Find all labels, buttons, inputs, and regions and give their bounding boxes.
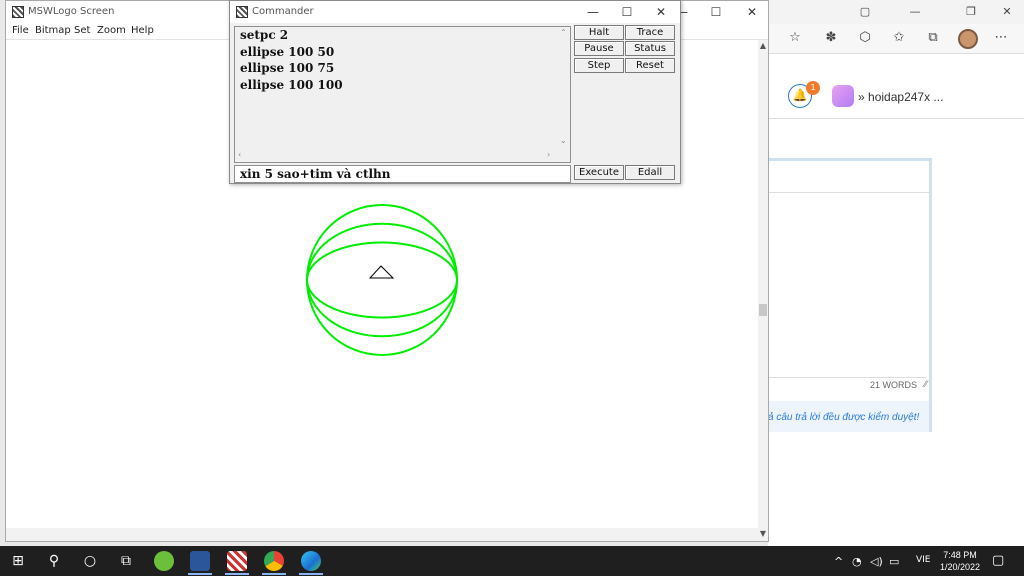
reset-button[interactable]: Reset	[625, 58, 675, 73]
commander-maximize-icon[interactable]: ☐	[617, 4, 637, 20]
commander-app-icon	[236, 6, 248, 18]
username-label: hoidap247x ...	[868, 90, 944, 104]
edall-button[interactable]: Edall	[625, 165, 675, 180]
execute-button[interactable]: Execute	[574, 165, 624, 180]
menu-help[interactable]: Help	[131, 25, 154, 36]
browser-minimize-icon[interactable]: —	[906, 4, 924, 20]
scroll-right-icon[interactable]: ›	[547, 150, 550, 159]
active-indicator	[225, 573, 249, 575]
user-avatar[interactable]	[832, 85, 854, 107]
browser-tab-action-icon[interactable]: ▢	[856, 4, 874, 20]
notification-center-icon[interactable]: ▢	[992, 553, 1004, 568]
language-indicator[interactable]: VIE	[916, 555, 931, 565]
clock[interactable]: 7:48 PM 1/20/2022	[932, 549, 988, 573]
favorite-star-icon[interactable]: ☆	[786, 29, 804, 47]
mswlogo-close-icon[interactable]: ✕	[742, 4, 762, 20]
halt-button[interactable]: Halt	[574, 25, 624, 40]
collections-icon[interactable]: ⧉	[924, 29, 942, 47]
ellipses-group	[306, 204, 458, 356]
chrome-icon[interactable]	[264, 551, 284, 571]
history-line[interactable]: ellipse 100 50	[240, 45, 334, 59]
active-indicator	[262, 573, 286, 575]
edge-icon[interactable]	[301, 551, 321, 571]
taskbar: ⊞ ⚲ ○ ⧉ ^ ◔ ◁) ▭ VIE 7:48 PM 1/20/2022 ▢	[0, 546, 1024, 576]
answer-editor-area[interactable]	[768, 193, 926, 378]
active-indicator	[299, 573, 323, 575]
tray-expand-icon[interactable]: ^	[834, 555, 843, 568]
command-input[interactable]: xin 5 sao+tim và ctlhn	[234, 165, 571, 183]
windows-start-icon[interactable]: ⊞	[8, 551, 28, 571]
word-icon[interactable]	[190, 551, 210, 571]
resize-handle-icon[interactable]: ⁄⁄	[924, 380, 927, 390]
profile-avatar[interactable]	[958, 29, 978, 49]
trace-button[interactable]: Trace	[625, 25, 675, 40]
commander-minimize-icon[interactable]: —	[583, 4, 603, 20]
username-link[interactable]: » hoidap247x ...	[858, 90, 943, 104]
status-button[interactable]: Status	[625, 41, 675, 56]
canvas-horizontal-scrollbar[interactable]	[6, 528, 758, 541]
commander-window: Commander — ☐ ✕ setpc 2 ellipse 100 50 e…	[229, 0, 681, 184]
clock-time: 7:48 PM	[943, 550, 977, 560]
paw-extension-icon[interactable]: ✽	[822, 29, 840, 47]
triangle-turtle-icon	[368, 265, 395, 279]
moderation-note: ả câu trả lời đều được kiểm duyệt!	[768, 412, 920, 423]
menu-zoom[interactable]: Zoom	[97, 25, 126, 36]
mswlogo-maximize-icon[interactable]: ☐	[706, 4, 726, 20]
history-line[interactable]: ellipse 100 100	[240, 78, 343, 92]
ellipse-shape	[306, 222, 458, 338]
task-view-icon[interactable]: ⧉	[116, 551, 136, 571]
canvas-vertical-scrollbar[interactable]: ▲ ▼	[758, 40, 768, 541]
volume-icon[interactable]: ◁)	[870, 555, 883, 568]
favorites-icon[interactable]: ✩	[890, 29, 908, 47]
word-count: 21 WORDS	[869, 380, 917, 390]
answer-editor-card: 21 WORDS ⁄⁄ ả câu trả lời đều được kiểm …	[768, 158, 932, 432]
green-app-icon[interactable]	[154, 551, 174, 571]
active-indicator	[188, 573, 212, 575]
mswlogo-app-icon	[12, 6, 24, 18]
keyboard-icon[interactable]: ▭	[889, 555, 899, 568]
chevron-down-icon: »	[858, 90, 865, 104]
scroll-left-icon[interactable]: ‹	[238, 150, 241, 159]
mswlogo-title: MSWLogo Screen	[28, 6, 115, 17]
commander-close-icon[interactable]: ✕	[651, 4, 671, 20]
pause-button[interactable]: Pause	[574, 41, 624, 56]
mswlogo-taskbar-icon[interactable]	[227, 551, 247, 571]
notification-badge: 1	[806, 81, 820, 95]
history-horizontal-scrollbar[interactable]: ‹ ›	[235, 149, 557, 162]
puzzle-extension-icon[interactable]: ⬡	[856, 29, 874, 47]
menu-set[interactable]: Set	[74, 25, 90, 36]
editor-footer: ả câu trả lời đều được kiểm duyệt!	[768, 401, 929, 432]
cortana-icon[interactable]: ○	[80, 551, 100, 571]
scroll-down-icon[interactable]: ▼	[758, 529, 768, 539]
ellipse-shape	[306, 241, 458, 319]
command-history[interactable]: setpc 2 ellipse 100 50 ellipse 100 75 el…	[234, 26, 571, 163]
commander-title: Commander	[252, 6, 314, 17]
editor-toolbar	[768, 161, 929, 193]
search-icon[interactable]: ⚲	[44, 551, 64, 571]
browser-titlebar: ▢ — ❐ ✕	[768, 0, 1024, 24]
scroll-thumb[interactable]	[759, 304, 767, 316]
browser-restore-icon[interactable]: ❐	[962, 4, 980, 20]
history-vertical-scrollbar[interactable]: ⌃ ⌄	[557, 27, 570, 149]
scroll-down-icon[interactable]: ⌄	[560, 136, 567, 145]
browser-close-icon[interactable]: ✕	[998, 4, 1016, 20]
menu-file[interactable]: File	[12, 25, 29, 36]
browser-page: 🔔 1 » hoidap247x ... 21 WORDS ⁄⁄ ả câu t…	[768, 54, 1024, 546]
scroll-up-icon[interactable]: ▲	[758, 41, 768, 51]
more-menu-icon[interactable]: ⋯	[992, 29, 1010, 47]
history-line[interactable]: setpc 2	[240, 28, 288, 42]
network-icon[interactable]: ◔	[852, 555, 862, 568]
commander-titlebar: Commander — ☐ ✕	[230, 1, 680, 23]
ellipse-shape	[306, 204, 458, 356]
step-button[interactable]: Step	[574, 58, 624, 73]
browser-window: ▢ — ❐ ✕ ☆ ✽ ⬡ ✩ ⧉ ⋯ 🔔 1 » hoidap247x ...…	[768, 0, 1024, 546]
history-line[interactable]: ellipse 100 75	[240, 61, 334, 75]
scroll-up-icon[interactable]: ⌃	[560, 28, 567, 37]
menu-bitmap[interactable]: Bitmap	[35, 25, 71, 36]
header-divider	[768, 118, 1024, 119]
clock-date: 1/20/2022	[939, 562, 981, 572]
